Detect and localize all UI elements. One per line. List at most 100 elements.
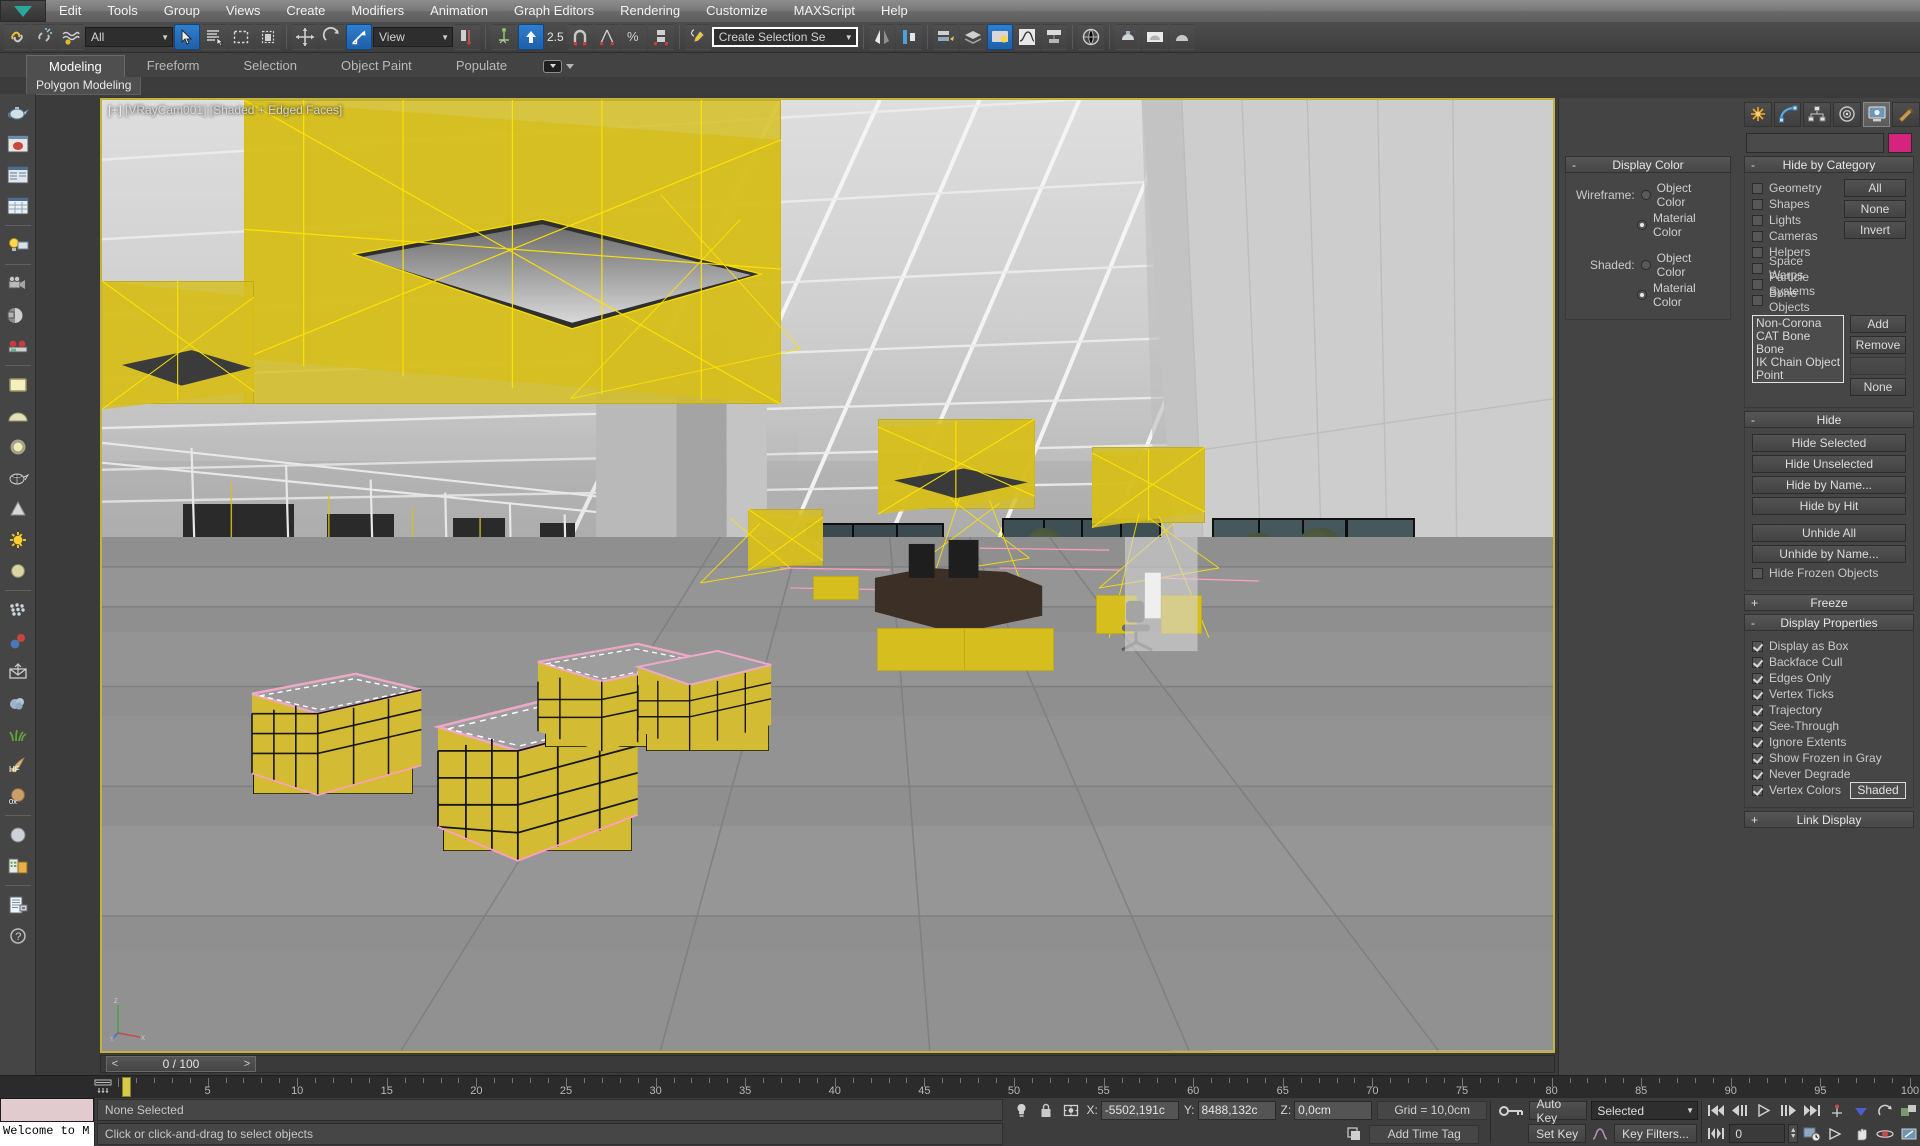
checkbox-backface-cull[interactable] xyxy=(1752,656,1763,668)
script-icon[interactable] xyxy=(3,890,33,920)
ribbon-tab-selection[interactable]: Selection xyxy=(222,55,319,77)
coordinate-y[interactable]: Y: 8488,132c xyxy=(1184,1100,1276,1120)
checkbox-lights[interactable] xyxy=(1752,214,1763,226)
checkbox-space-warps[interactable] xyxy=(1752,262,1763,274)
category-geometry[interactable]: Geometry xyxy=(1752,181,1838,195)
select-and-move-icon[interactable] xyxy=(292,24,318,50)
checkbox-never-degrade[interactable] xyxy=(1752,768,1763,780)
menu-item-edit[interactable]: Edit xyxy=(46,0,94,22)
coordinate-y-value[interactable]: 8488,132c xyxy=(1197,1100,1276,1120)
prop-backface-cull[interactable]: Backface Cull xyxy=(1752,655,1906,669)
menu-item-animation[interactable]: Animation xyxy=(417,0,501,22)
track-bar[interactable]: 5 10 15 20 25 30 35 40 45 50 55 60 65 70 75 80 85 90 95 100 xyxy=(0,1075,1920,1097)
coordinate-x[interactable]: X: -5502,191c xyxy=(1086,1100,1179,1120)
sphere-gray-icon[interactable] xyxy=(3,820,33,850)
hide-selected-button[interactable]: Hide Selected xyxy=(1752,434,1906,452)
molecule-icon[interactable] xyxy=(3,626,33,656)
frame-ruler[interactable]: 5 10 15 20 25 30 35 40 45 50 55 60 65 70 75 80 85 90 95 100 xyxy=(118,1076,1920,1098)
category-shapes[interactable]: Shapes xyxy=(1752,197,1838,211)
select-link-icon[interactable] xyxy=(4,24,30,50)
rectangular-selection-region-icon[interactable] xyxy=(228,24,254,50)
add-time-tag-button[interactable]: Add Time Tag xyxy=(1369,1124,1480,1144)
menu-item-modifiers[interactable]: Modifiers xyxy=(338,0,417,22)
window-crossing-icon[interactable] xyxy=(255,24,281,50)
shaded-material-color-radio[interactable] xyxy=(1637,290,1648,300)
menu-item-maxscript[interactable]: MAXScript xyxy=(781,0,868,22)
hide-header[interactable]: - Hide xyxy=(1744,411,1914,428)
menu-item-tools[interactable]: Tools xyxy=(94,0,150,22)
checkbox-helpers[interactable] xyxy=(1752,246,1763,258)
material-library-icon[interactable] xyxy=(3,851,33,881)
prop-display-as-box[interactable]: Display as Box xyxy=(1752,639,1906,653)
edit-named-selection-sets-icon[interactable] xyxy=(684,24,711,50)
angle-snap-toggle-icon[interactable] xyxy=(593,24,620,50)
viewport-canvas[interactable]: [+] [VRayCam001] [Shaded + Edged Faces] … xyxy=(102,100,1553,1051)
ribbon-options-dropdown[interactable] xyxy=(543,55,575,77)
graphite-modeling-tools-icon[interactable] xyxy=(959,24,986,50)
checkbox-vertex-colors[interactable] xyxy=(1752,784,1763,796)
render-production-icon[interactable] xyxy=(1114,24,1141,50)
key-mode-toggle-icon[interactable] xyxy=(1705,1124,1726,1144)
go-to-end-icon[interactable] xyxy=(1802,1101,1823,1121)
key-curve-icon[interactable] xyxy=(1590,1124,1610,1144)
mirror-icon[interactable] xyxy=(868,24,895,50)
display-color-header[interactable]: - Display Color xyxy=(1565,156,1731,173)
checkbox-particle-systems[interactable] xyxy=(1752,278,1763,290)
use-center-flyout-icon[interactable] xyxy=(454,24,480,50)
unhide-all-button[interactable]: Unhide All xyxy=(1752,524,1906,542)
checkbox-hide-frozen-objects[interactable] xyxy=(1752,567,1763,579)
motion-tab[interactable] xyxy=(1833,101,1861,127)
named-selection-set-combo[interactable]: Create Selection Se ▼ xyxy=(711,27,858,47)
hide-by-name-button[interactable]: Hide by Name... xyxy=(1752,476,1906,494)
checkbox-edges-only[interactable] xyxy=(1752,672,1763,684)
displacement-icon[interactable]: 0x xyxy=(3,781,33,811)
object-name-field[interactable] xyxy=(1746,133,1884,153)
prop-ignore-extents[interactable]: Ignore Extents xyxy=(1752,735,1906,749)
ribbon-tab-object-paint[interactable]: Object Paint xyxy=(319,55,434,77)
ribbon-subtab-polygon-modeling[interactable]: Polygon Modeling xyxy=(26,76,142,95)
render-activeshade-icon[interactable] xyxy=(1168,24,1195,50)
envelope-icon[interactable] xyxy=(3,657,33,687)
light-lister-icon[interactable] xyxy=(3,230,33,260)
pivot-center-icon[interactable] xyxy=(1826,1101,1847,1121)
shaded-object-color-radio[interactable] xyxy=(1640,260,1651,270)
unlink-icon[interactable] xyxy=(31,24,57,50)
menu-item-rendering[interactable]: Rendering xyxy=(607,0,693,22)
maximize-viewport-icon[interactable] xyxy=(1899,1124,1920,1144)
time-slider-prev-arrow[interactable]: < xyxy=(107,1058,123,1070)
menu-item-customize[interactable]: Customize xyxy=(693,0,780,22)
hierarchy-tab[interactable] xyxy=(1803,101,1832,127)
category-lights[interactable]: Lights xyxy=(1752,213,1838,227)
prop-never-degrade[interactable]: Never Degrade xyxy=(1752,767,1906,781)
create-tab[interactable] xyxy=(1744,101,1772,127)
layer-manager-icon[interactable] xyxy=(932,24,959,50)
hair-fur-icon[interactable]: HF xyxy=(3,750,33,780)
frame-spinner[interactable]: ▲ ▼ xyxy=(1788,1124,1799,1143)
list-item[interactable]: Point xyxy=(1756,369,1840,382)
time-slider-thumb[interactable]: < 0 / 100 > xyxy=(106,1056,256,1072)
camera-physical-icon[interactable] xyxy=(3,300,33,330)
hide-unselected-button[interactable]: Hide Unselected xyxy=(1752,455,1906,473)
mid-counter-1[interactable] xyxy=(876,627,967,671)
teapot-standard-primitives-icon[interactable] xyxy=(3,98,33,128)
category-all-button[interactable]: All xyxy=(1844,179,1906,197)
teapot-wire-icon[interactable] xyxy=(3,463,33,493)
menu-item-group[interactable]: Group xyxy=(151,0,213,22)
maxscript-mini-listener[interactable]: Welcome to M xyxy=(0,1098,95,1146)
menu-item-create[interactable]: Create xyxy=(273,0,338,22)
sun-light-icon[interactable] xyxy=(3,525,33,555)
select-and-manipulate-icon[interactable] xyxy=(491,24,517,50)
checkbox-see-through[interactable] xyxy=(1752,720,1763,732)
pan-view-icon[interactable] xyxy=(1850,1124,1871,1144)
category-invert-button[interactable]: Invert xyxy=(1844,221,1906,239)
camera-icon[interactable] xyxy=(3,269,33,299)
viewport[interactable]: [+] [VRayCam001] [Shaded + Edged Faces] … xyxy=(100,98,1555,1053)
checkbox-trajectory[interactable] xyxy=(1752,704,1763,716)
category-cameras[interactable]: Cameras xyxy=(1752,229,1838,243)
checkbox-shapes[interactable] xyxy=(1752,198,1763,210)
app-logo-icon[interactable] xyxy=(0,0,46,22)
current-frame-field[interactable]: 0 xyxy=(1729,1124,1786,1143)
category-remove-button[interactable]: Remove xyxy=(1850,336,1906,354)
maximize-viewport-toggle-icon[interactable] xyxy=(1899,1101,1920,1121)
prop-vertex-ticks[interactable]: Vertex Ticks xyxy=(1752,687,1906,701)
